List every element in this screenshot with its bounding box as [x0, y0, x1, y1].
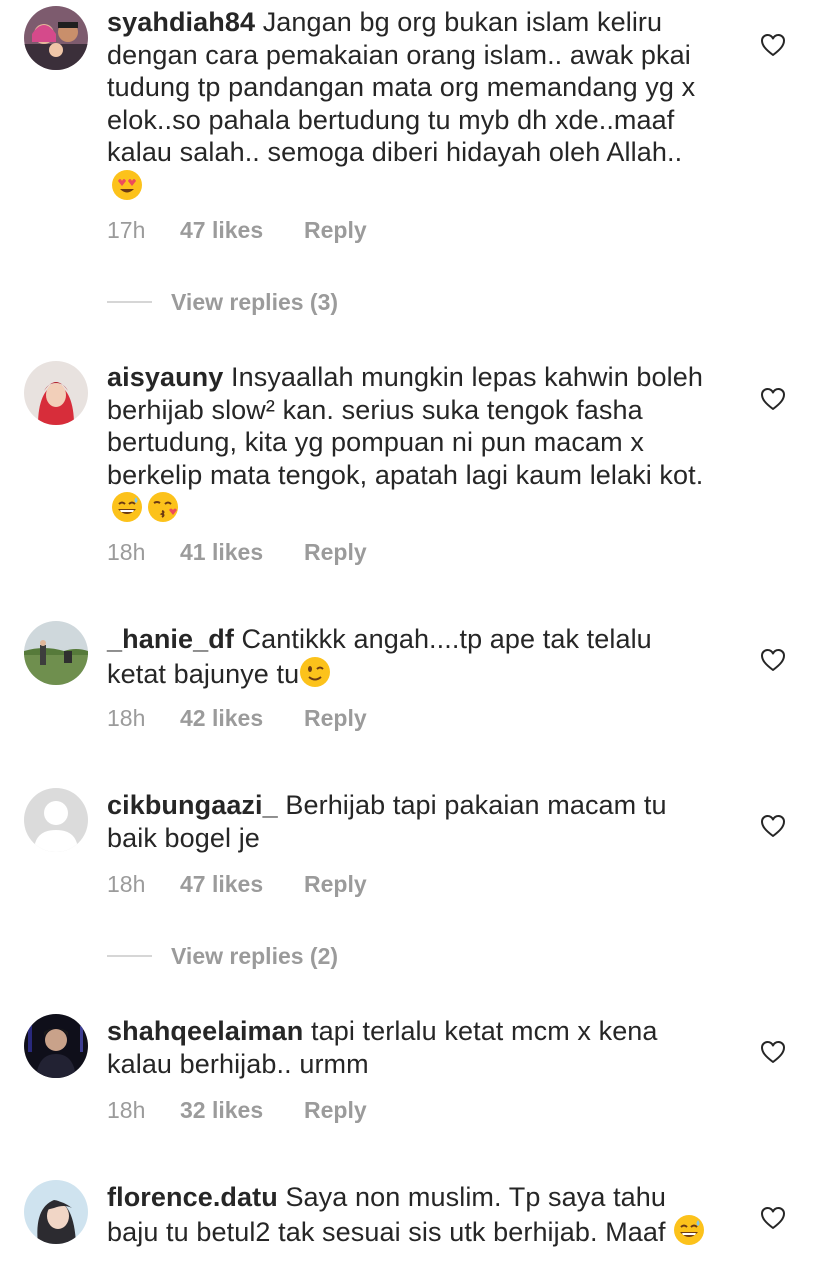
comment-username[interactable]: syahdiah84: [107, 7, 255, 37]
avatar[interactable]: [24, 6, 88, 70]
comment-username[interactable]: aisyauny: [107, 362, 223, 392]
reply-button[interactable]: Reply: [304, 871, 367, 898]
grinning-sweat-emoji-icon: [111, 491, 143, 531]
comment-likes[interactable]: 47 likes: [180, 217, 304, 244]
view-replies-label: View replies (3): [171, 288, 339, 315]
kissing-heart-emoji-icon: [147, 491, 179, 531]
heart-outline-icon[interactable]: [760, 814, 786, 838]
comment-body: shahqeelaiman tapi terlalu ketat mcm x k…: [107, 1015, 717, 1080]
avatar[interactable]: [24, 1014, 88, 1078]
comment-meta: 18h 47 likes Reply: [107, 871, 367, 898]
comment-meta: 17h 47 likes Reply: [107, 217, 367, 244]
comment-time: 18h: [107, 539, 146, 565]
comment-username[interactable]: _hanie_df: [107, 624, 234, 654]
heart-outline-icon[interactable]: [760, 648, 786, 672]
comment-meta: 18h 41 likes Reply: [107, 539, 367, 566]
avatar[interactable]: [24, 1180, 88, 1244]
comment-username[interactable]: shahqeelaiman: [107, 1016, 303, 1046]
view-replies-button[interactable]: View replies (2): [107, 941, 338, 971]
comment-time: 18h: [107, 871, 146, 897]
view-replies-label: View replies (2): [171, 942, 339, 969]
reply-button[interactable]: Reply: [304, 1097, 367, 1124]
comment-meta: 18h 32 likes Reply: [107, 1097, 367, 1124]
comment-likes[interactable]: 42 likes: [180, 705, 304, 732]
comment-time: 18h: [107, 1097, 146, 1123]
comment-time: 18h: [107, 705, 146, 731]
comment-body: syahdiah84 Jangan bg org bukan islam kel…: [107, 6, 717, 208]
winking-emoji-icon: [299, 656, 331, 696]
heart-outline-icon[interactable]: [760, 1040, 786, 1064]
divider-line: [107, 301, 152, 303]
comment-body: aisyauny Insyaallah mungkin lepas kahwin…: [107, 361, 717, 531]
comment-body: cikbungaazi_ Berhijab tapi pakaian macam…: [107, 789, 717, 854]
comment-likes[interactable]: 47 likes: [180, 871, 304, 898]
heart-outline-icon[interactable]: [760, 33, 786, 57]
heart-outline-icon[interactable]: [760, 387, 786, 411]
reply-button[interactable]: Reply: [304, 705, 367, 732]
comment-username[interactable]: cikbungaazi_: [107, 790, 278, 820]
avatar[interactable]: [24, 361, 88, 425]
default-avatar-icon[interactable]: [24, 788, 88, 852]
comment-likes[interactable]: 41 likes: [180, 539, 304, 566]
comment-username[interactable]: florence.datu: [107, 1182, 278, 1212]
reply-button[interactable]: Reply: [304, 217, 367, 244]
comment-body: _hanie_df Cantikkk angah....tp ape tak t…: [107, 623, 717, 695]
divider-line: [107, 955, 152, 957]
comment-body: florence.datu Saya non muslim. Tp saya t…: [107, 1181, 717, 1253]
heart-outline-icon[interactable]: [760, 1206, 786, 1230]
comment-likes[interactable]: 32 likes: [180, 1097, 304, 1124]
view-replies-button[interactable]: View replies (3): [107, 287, 338, 317]
comment-time: 17h: [107, 217, 146, 243]
grinning-sweat-emoji-icon: [673, 1214, 705, 1254]
reply-button[interactable]: Reply: [304, 539, 367, 566]
comment-meta: 18h 42 likes Reply: [107, 705, 367, 732]
heart-eyes-emoji-icon: [111, 169, 143, 209]
avatar[interactable]: [24, 621, 88, 685]
